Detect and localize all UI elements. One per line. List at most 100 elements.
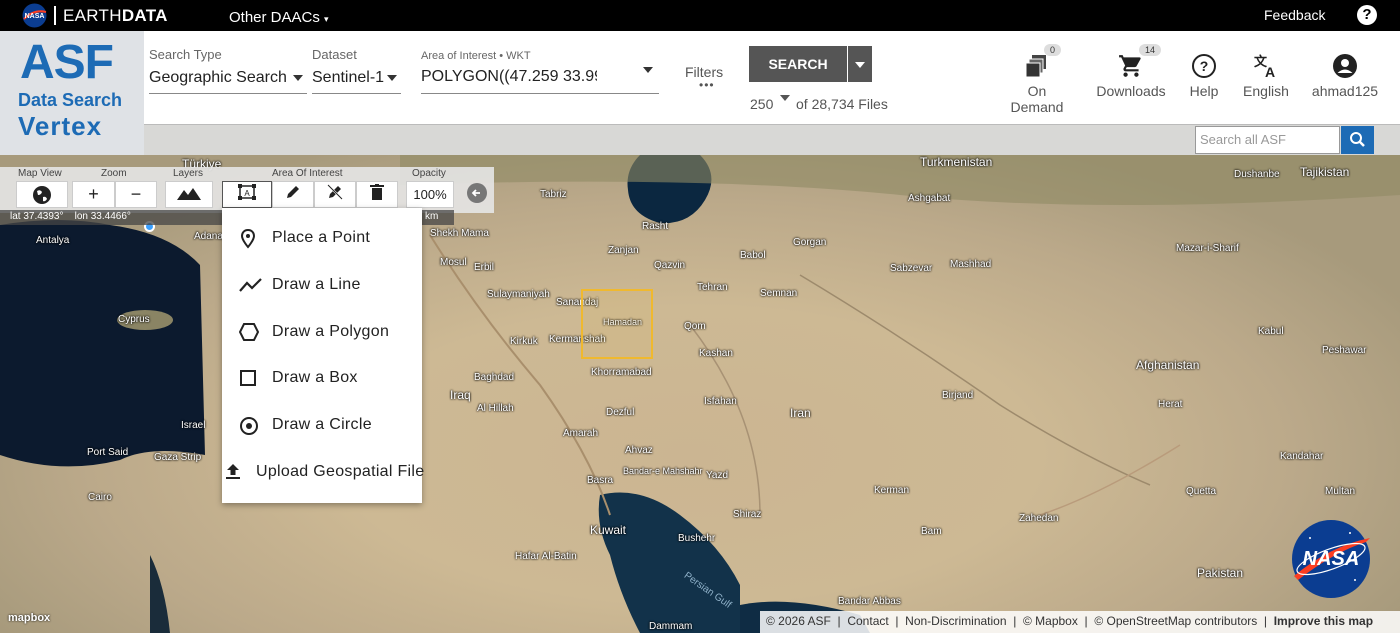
help-button[interactable]: ? Help	[1184, 53, 1224, 99]
nasa-logo-icon: NASA	[1292, 520, 1370, 598]
dataset-select[interactable]: Sentinel-1	[312, 69, 384, 87]
map-label: Shekh Mama	[430, 228, 489, 239]
opacity-label: Opacity	[412, 168, 446, 179]
search-button[interactable]: SEARCH	[749, 46, 847, 82]
map-label: Tajikistan	[1300, 165, 1350, 179]
map-label: Kabul	[1258, 326, 1284, 337]
map-label: Yazd	[706, 470, 729, 481]
language-label: English	[1243, 83, 1289, 99]
clear-edit-button[interactable]	[314, 181, 356, 208]
cart-icon	[1119, 55, 1141, 77]
map-label: Mashhad	[950, 259, 992, 270]
map-view-button[interactable]	[16, 181, 68, 208]
map-terrain-graphic	[0, 155, 1400, 633]
asf-search-button[interactable]	[1341, 126, 1374, 154]
aoi-polygon[interactable]	[581, 289, 653, 359]
map-label: Afghanistan	[1136, 358, 1200, 372]
map-label: Quetta	[1186, 486, 1217, 497]
map-label: Kashan	[699, 348, 733, 359]
other-daacs-menu[interactable]: Other DAACs ▾	[229, 9, 329, 26]
map-label: Ashgabat	[908, 193, 951, 204]
layers-label: Layers	[173, 168, 204, 179]
map-label: Shiraz	[733, 509, 762, 520]
max-results-select[interactable]: 250	[750, 96, 773, 112]
map-label: Semnan	[760, 288, 798, 299]
search-type-label: Search Type	[149, 47, 222, 62]
earthdata-brand[interactable]: EARTHDATA	[63, 6, 168, 26]
map-label: Tabriz	[540, 189, 567, 200]
aoi-underline	[421, 93, 659, 94]
layers-button[interactable]	[165, 181, 213, 208]
filters-more-icon[interactable]: •••	[699, 78, 715, 92]
aoi-wkt-input[interactable]: POLYGON((47.259 33.993	[421, 68, 597, 86]
delete-aoi-button[interactable]	[356, 181, 398, 208]
collapse-toolbar-button[interactable]	[467, 183, 487, 203]
non-discrimination-link[interactable]: Non-Discrimination	[905, 614, 1006, 628]
aoi-field-label: Area of Interest • WKT	[421, 50, 531, 62]
improve-map-link[interactable]: Improve this map	[1274, 614, 1373, 628]
map-label: Gorgan	[793, 237, 827, 248]
user-account-button[interactable]: ahmad125	[1310, 53, 1380, 99]
downloads-button[interactable]: Downloads	[1096, 53, 1166, 99]
map-label: Dezful	[606, 407, 635, 418]
scale-bar: km	[422, 210, 454, 225]
edit-off-icon	[327, 184, 343, 200]
menu-item-draw-polygon[interactable]: Draw a Polygon	[222, 309, 422, 355]
dataset-caret-icon[interactable]	[387, 75, 397, 81]
map-label: Dammam	[649, 621, 693, 632]
search-type-caret-icon[interactable]	[293, 75, 303, 81]
map-label: Pakistan	[1197, 566, 1244, 580]
map-label: Basra	[587, 475, 614, 486]
earthdata-help-icon[interactable]: ?	[1357, 5, 1377, 25]
map-label: Qom	[684, 321, 706, 332]
contact-link[interactable]: Contact	[847, 614, 888, 628]
aoi-select-button[interactable]: A	[222, 181, 272, 208]
downloads-label: Downloads	[1096, 83, 1166, 99]
mapbox-logo-text: mapbox	[8, 612, 51, 624]
svg-text:A: A	[1265, 64, 1275, 79]
logo-vertex-text: Vertex	[18, 111, 103, 141]
max-results-caret-icon[interactable]	[780, 95, 790, 101]
svg-text:A: A	[244, 189, 250, 198]
map-label: Dushanbe	[1234, 169, 1280, 180]
edit-aoi-button[interactable]	[272, 181, 314, 208]
trash-icon	[370, 184, 384, 200]
osm-attribution-link[interactable]: © OpenStreetMap contributors	[1094, 614, 1257, 628]
menu-item-draw-line[interactable]: Draw a Line	[222, 262, 422, 308]
map-label: Herat	[1158, 399, 1183, 410]
on-demand-badge: 0	[1044, 44, 1062, 56]
search-type-select[interactable]: Geographic Search	[149, 69, 289, 87]
menu-item-label: Draw a Polygon	[272, 323, 390, 340]
map-label: Birjand	[942, 390, 974, 401]
map-label: Kirkuk	[510, 336, 538, 347]
on-demand-button[interactable]: On Demand	[1000, 53, 1074, 115]
aoi-options-caret-icon[interactable]	[643, 67, 653, 73]
map-label: Amarah	[563, 428, 599, 439]
aoi-toolbar-label: Area Of Interest	[272, 168, 343, 179]
menu-item-label: Upload Geospatial File	[256, 463, 425, 480]
mapbox-attribution-link[interactable]: © Mapbox	[1023, 614, 1078, 628]
menu-item-draw-circle[interactable]: Draw a Circle	[222, 402, 422, 448]
menu-item-upload-file[interactable]: Upload Geospatial File	[222, 449, 425, 495]
asf-search-input[interactable]: Search all ASF	[1195, 126, 1340, 154]
nasa-meatball-icon[interactable]: NASA	[22, 3, 47, 28]
zoom-in-button[interactable]: +	[72, 181, 115, 208]
hexagon-icon	[239, 323, 259, 341]
feedback-link[interactable]: Feedback	[1264, 7, 1325, 23]
menu-item-place-point[interactable]: Place a Point	[222, 215, 422, 261]
opacity-select[interactable]: 100%	[406, 181, 454, 208]
map-canvas[interactable]: Türkiye Turkmenistan Tajikistan Dushanbe…	[0, 155, 1400, 633]
mapbox-logo[interactable]: mapbox	[8, 612, 50, 624]
aoi-draw-menu: Place a Point Draw a Line Draw a Polygon…	[222, 208, 425, 503]
map-label: Zanjan	[608, 245, 639, 256]
menu-item-label: Place a Point	[272, 229, 371, 246]
map-label: Turkmenistan	[920, 155, 993, 169]
map-label: Bushehr	[678, 533, 716, 544]
map-label: Kandahar	[1280, 451, 1324, 462]
zoom-out-button[interactable]: −	[115, 181, 157, 208]
asf-vertex-logo[interactable]: ASF Data Search Vertex	[0, 31, 144, 155]
search-options-button[interactable]	[848, 46, 872, 82]
latitude-readout: lat 37.4393°	[10, 211, 64, 222]
language-button[interactable]: 文 A English	[1240, 53, 1292, 99]
menu-item-draw-box[interactable]: Draw a Box	[222, 355, 422, 401]
